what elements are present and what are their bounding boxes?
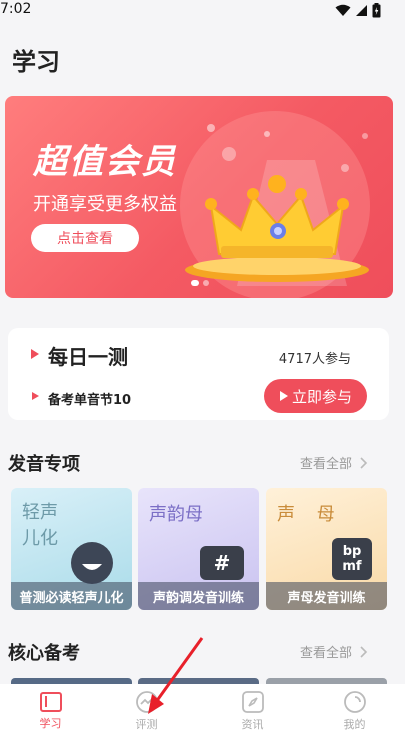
battery-icon [372, 3, 381, 18]
banner-pagination [191, 280, 209, 286]
card-initials-finals[interactable]: 声韵母 # 声韵调发音训练 [138, 488, 259, 610]
join-now-button[interactable]: 立即参与 [264, 379, 367, 413]
hash-badge: # [200, 546, 244, 580]
core-see-all-link[interactable]: 查看全部 [300, 642, 368, 661]
compass-icon [241, 691, 264, 713]
profile-icon [343, 691, 366, 713]
tab-profile-label: 我的 [343, 718, 366, 731]
card-title: 声韵母 [149, 504, 203, 525]
annotation-arrow [148, 637, 204, 714]
tab-study-label: 学习 [39, 717, 62, 730]
wifi-icon [335, 4, 351, 16]
participant-count: 4717人参与 [278, 352, 351, 367]
banner-dot [203, 280, 209, 286]
chevron-right-icon [360, 456, 368, 469]
tab-profile[interactable]: 我的 [304, 684, 405, 738]
crown-icon [185, 175, 369, 282]
tab-study[interactable]: 学习 [0, 684, 101, 738]
card-title: 轻声儿化 [22, 502, 58, 549]
banner-subtitle: 开通享受更多权益 [33, 194, 177, 215]
card-footer: 声母发音训练 [266, 582, 387, 610]
smile-icon [71, 542, 113, 584]
status-bar: 7:02 [0, 0, 405, 22]
daily-test-subtitle: 备考单音节10 [48, 393, 132, 408]
status-icons [335, 3, 381, 18]
page-title: 学习 [12, 48, 60, 76]
card-initials[interactable]: 声 母 bp mf 声母发音训练 [266, 488, 387, 610]
signal-icon [356, 5, 367, 16]
banner-dot-active [191, 280, 199, 286]
pronunciation-section-title: 发音专项 [8, 454, 80, 475]
vip-banner[interactable]: 超值会员 开通享受更多权益 点击查看 [5, 96, 393, 298]
card-title: 声 母 [277, 504, 343, 525]
see-all-label: 查看全部 [299, 646, 352, 661]
banner-cta-button[interactable]: 点击查看 [31, 224, 139, 252]
banner-title: 超值会员 [33, 142, 177, 182]
daily-test-card[interactable]: 每日一测 4717人参与 备考单音节10 立即参与 [8, 328, 389, 420]
pronunciation-section-header: 发音专项 查看全部 [8, 450, 388, 476]
bullet-triangle-icon [32, 392, 39, 400]
card-neutral-tone[interactable]: 轻声儿化 普测必读轻声儿化 [11, 488, 132, 610]
chevron-right-icon [360, 645, 368, 658]
card-footer: 声韵调发音训练 [138, 582, 259, 610]
status-time: 7:02 [0, 1, 32, 17]
daily-test-title: 每日一测 [48, 345, 128, 369]
bpmf-badge: bp mf [332, 538, 372, 580]
tab-news-label: 资讯 [241, 718, 264, 731]
join-now-label: 立即参与 [291, 387, 352, 406]
bullet-triangle-icon [31, 349, 39, 359]
pronunciation-cards: 轻声儿化 普测必读轻声儿化 声韵母 # 声韵调发音训练 声 母 bp mf 声母… [11, 488, 389, 610]
card-footer: 普测必读轻声儿化 [11, 582, 132, 610]
see-all-label: 查看全部 [299, 457, 352, 472]
core-section-title: 核心备考 [8, 643, 80, 664]
pronunciation-see-all-link[interactable]: 查看全部 [300, 453, 368, 472]
play-icon [279, 391, 288, 401]
study-icon [39, 692, 62, 712]
